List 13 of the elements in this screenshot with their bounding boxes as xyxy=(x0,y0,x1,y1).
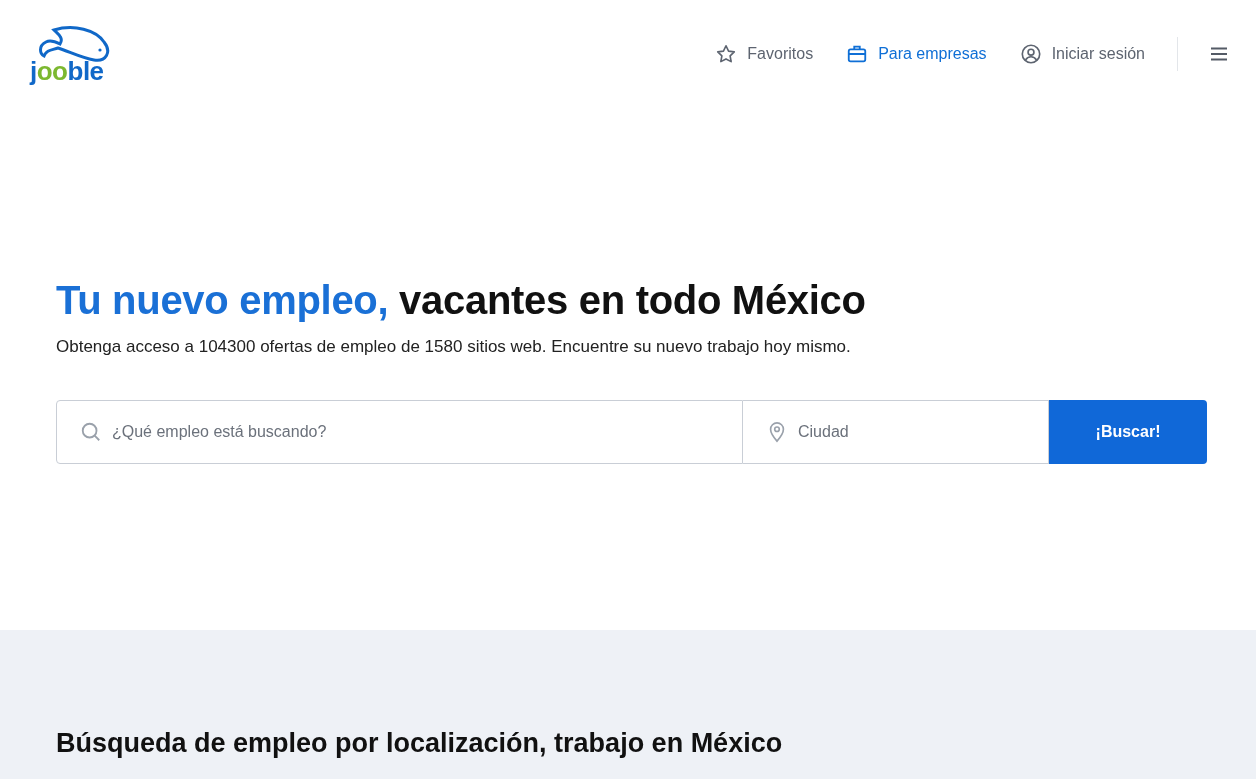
nav-link[interactable]: Favoritos xyxy=(715,43,814,65)
hero-title: Tu nuevo empleo, vacantes en todo México xyxy=(56,278,867,323)
search-button[interactable]: ¡Buscar! xyxy=(1049,400,1207,464)
user-icon xyxy=(1019,43,1042,65)
briefcase-icon xyxy=(846,43,869,65)
nav-link[interactable]: Para empresas xyxy=(846,43,987,65)
hero-subtitle: Obtenga acceso a 104300 ofertas de empleo de 1580 sitios web. Encuentre su nuevo trabajo hoy mismo. xyxy=(56,337,852,357)
section-heading: Búsqueda de empleo por localización, trabajo en México xyxy=(56,728,784,759)
nav-link[interactable]: Iniciar sesión xyxy=(1019,43,1145,65)
city-field[interactable]: Ciudad xyxy=(743,400,1049,464)
job-search-field[interactable]: ¿Qué empleo está buscando? xyxy=(56,400,743,464)
star-icon xyxy=(715,43,738,65)
menu-icon[interactable] xyxy=(1210,47,1228,61)
